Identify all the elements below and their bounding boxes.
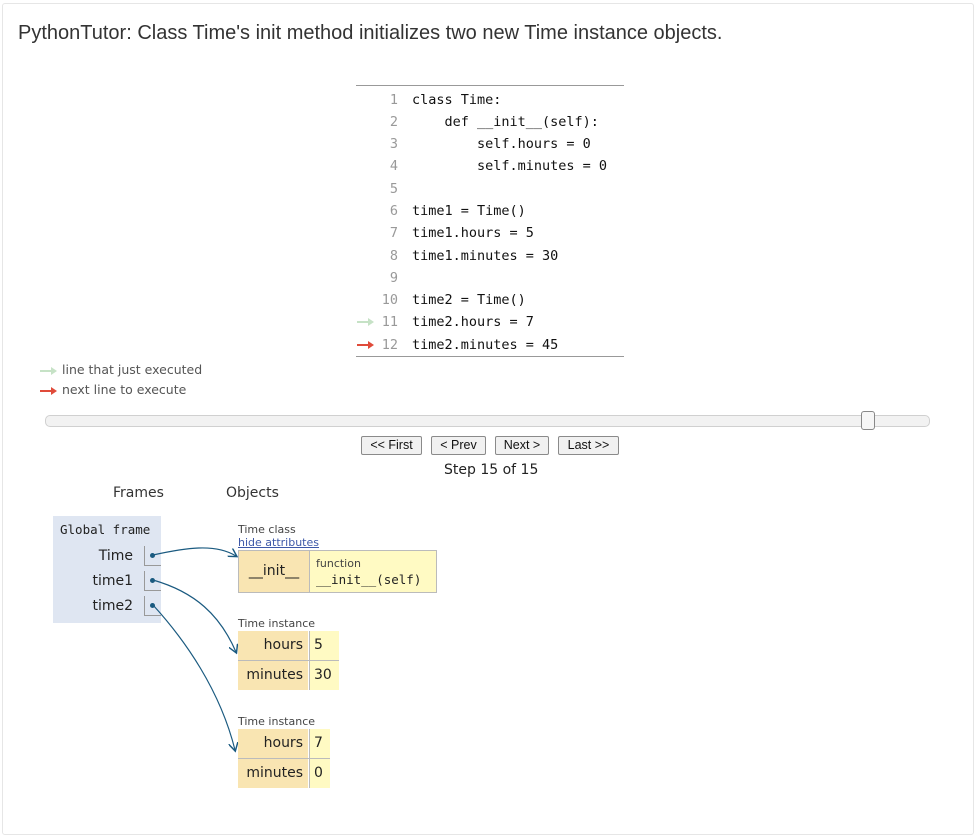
pointer-time-to-class	[152, 547, 236, 556]
pointer-time1-to-instance1	[152, 579, 236, 652]
pointer-arrows	[152, 547, 976, 837]
